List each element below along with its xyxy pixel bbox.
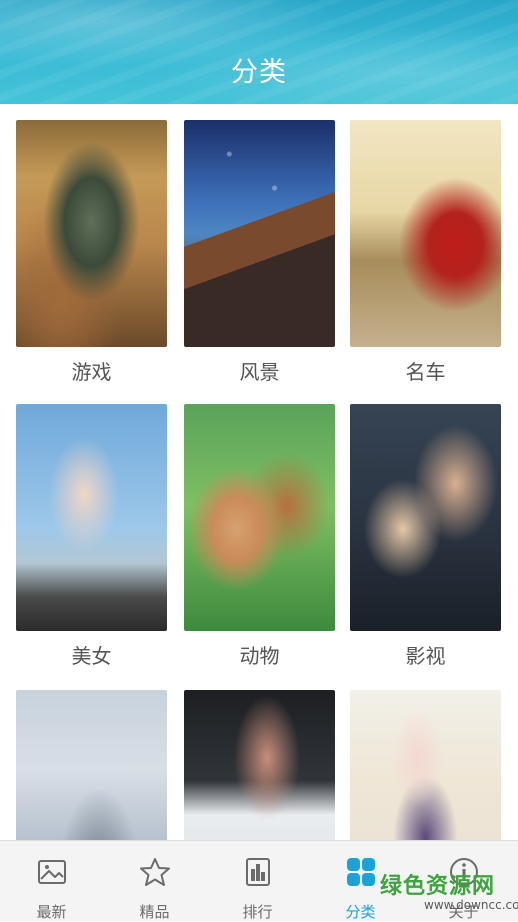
category-thumbnail[interactable] (350, 120, 501, 347)
category-label: 动物 (239, 644, 280, 668)
tab-category[interactable]: 分类 (309, 841, 412, 921)
category-item-cars[interactable]: 名车 (350, 120, 501, 384)
info-icon (449, 858, 478, 886)
page-title: 分类 (231, 57, 287, 88)
category-thumbnail[interactable] (350, 404, 501, 631)
tab-label: 分类 (345, 903, 376, 921)
star-icon (139, 858, 170, 886)
tab-featured[interactable]: 精品 (103, 841, 206, 921)
header: 分类 (0, 0, 518, 104)
tab-latest[interactable]: 最新 (0, 841, 103, 921)
tab-label: 关于 (448, 903, 479, 921)
tab-about[interactable]: 关于 (412, 841, 515, 921)
category-label: 美女 (71, 644, 112, 668)
category-thumbnail[interactable] (16, 120, 167, 347)
category-thumbnail[interactable] (16, 404, 167, 631)
category-item-scenery[interactable]: 风景 (184, 120, 335, 384)
tab-ranking[interactable]: 排行 (206, 841, 309, 921)
tab-label: 精品 (139, 903, 170, 921)
bottom-tab-bar: 最新 精品 排行 分类 关于 (0, 840, 518, 921)
category-thumbnail[interactable] (184, 404, 335, 631)
tab-label: 排行 (242, 903, 273, 921)
category-thumbnail[interactable] (184, 120, 335, 347)
category-item-film[interactable]: 影视 (350, 404, 501, 668)
category-grid-icon (346, 858, 375, 886)
category-label: 影视 (405, 644, 446, 668)
ranking-icon (245, 858, 270, 886)
category-label: 风景 (239, 360, 280, 384)
category-label: 游戏 (71, 360, 112, 384)
tab-label: 最新 (36, 903, 67, 921)
image-icon (37, 860, 66, 884)
category-item-animals[interactable]: 动物 (184, 404, 335, 668)
category-item-game[interactable]: 游戏 (16, 120, 167, 384)
category-item-beauty[interactable]: 美女 (16, 404, 167, 668)
category-label: 名车 (405, 360, 446, 384)
